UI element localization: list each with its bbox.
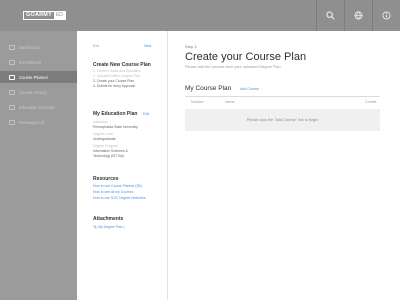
nav-item-label: Messages (3) <box>19 119 45 125</box>
info-button[interactable] <box>372 0 400 31</box>
course-plan-section-title: My Course Plan <box>185 85 232 92</box>
create-step: 1. Confirm Goals and Education <box>93 69 142 73</box>
next-link[interactable]: Next <box>144 44 151 48</box>
nav-item-messages[interactable]: Messages (3) <box>0 116 77 128</box>
create-step-current: 3. Create your Course Plan <box>93 79 135 83</box>
education-label: Degree Level <box>93 132 114 136</box>
education-value: Information Sciences & <box>93 149 128 153</box>
create-step: 2. Upload/Confirm Degree Plan <box>93 74 141 78</box>
nav-item-label: Enrollments <box>19 59 42 65</box>
education-value: Technology (IST BA) <box>93 154 125 158</box>
create-plan-heading: Create New Course Plan <box>93 62 151 68</box>
language-button[interactable] <box>344 0 372 31</box>
left-navigation: Dashboard Enrollments Course Planner Cou… <box>0 31 77 300</box>
column-header-number: Number <box>191 100 204 104</box>
education-plan-heading: My Education Plan <box>93 111 138 117</box>
attachment-link[interactable]: 📎 My Degree Plan ⤓ <box>93 225 125 229</box>
logo-main-text: GOARMY <box>26 12 52 18</box>
attachment-icon: 📎 <box>93 225 98 229</box>
nav-item-label: Education Records <box>19 104 55 110</box>
dashboard-icon <box>9 44 15 50</box>
create-step: 4. Submit for Army Approval <box>93 84 136 88</box>
nav-item-dashboard[interactable]: Dashboard <box>0 41 77 53</box>
goarmy-ed-logo[interactable]: GOARMY ED <box>23 11 66 20</box>
top-bar: GOARMY ED <box>0 0 400 31</box>
search-icon <box>326 11 335 20</box>
education-value: Undergraduate <box>93 137 116 141</box>
course-planner-icon <box>9 74 15 80</box>
empty-table-message: Please click the "Add Course" link to be… <box>246 118 319 122</box>
page-title: Create your Course Plan <box>185 51 307 63</box>
nav-item-label: Course History <box>19 89 47 95</box>
search-button[interactable] <box>316 0 344 31</box>
nav-item-education-records[interactable]: Education Records <box>0 101 77 113</box>
nav-item-course-history[interactable]: Course History <box>0 86 77 98</box>
page-subtitle: Please add the courses from your uploade… <box>185 65 281 69</box>
nav-item-course-planner[interactable]: Course Planner <box>0 71 77 83</box>
info-icon <box>382 11 391 20</box>
resource-link[interactable]: How to use Course Planner (3B) <box>93 184 142 188</box>
resource-link[interactable]: How to use SOC Degree Networks <box>93 196 145 200</box>
education-label: Institution <box>93 120 108 124</box>
nav-item-enrollments[interactable]: Enrollments <box>0 56 77 68</box>
column-header-credits: Credits <box>365 100 377 104</box>
education-edit-link[interactable]: Edit <box>143 112 149 116</box>
step-indicator: Step 3 <box>185 44 197 49</box>
education-records-icon <box>9 104 15 110</box>
education-value: Pennsylvania State University <box>93 125 138 129</box>
enrollments-icon <box>9 59 15 65</box>
logo-ed-text: ED <box>53 12 65 19</box>
empty-course-table: Please click the "Add Course" link to be… <box>185 109 380 131</box>
globe-icon <box>354 11 363 20</box>
column-header-name: Name <box>225 100 235 104</box>
nav-item-label: Dashboard <box>19 44 40 50</box>
attachment-label: My Degree Plan ⤓ <box>98 225 125 229</box>
course-history-icon <box>9 89 15 95</box>
main-content <box>168 31 400 300</box>
resource-link[interactable]: How to see all my Courses <box>93 190 133 194</box>
nav-item-label: Course Planner <box>19 74 49 80</box>
exit-link[interactable]: Exit <box>93 44 99 48</box>
education-label: Degree Program <box>93 144 119 148</box>
resources-heading: Resources <box>93 176 119 182</box>
add-course-link[interactable]: Add Course <box>240 87 259 91</box>
attachments-heading: Attachments <box>93 216 124 222</box>
messages-icon <box>9 119 15 125</box>
section-divider <box>185 96 380 97</box>
